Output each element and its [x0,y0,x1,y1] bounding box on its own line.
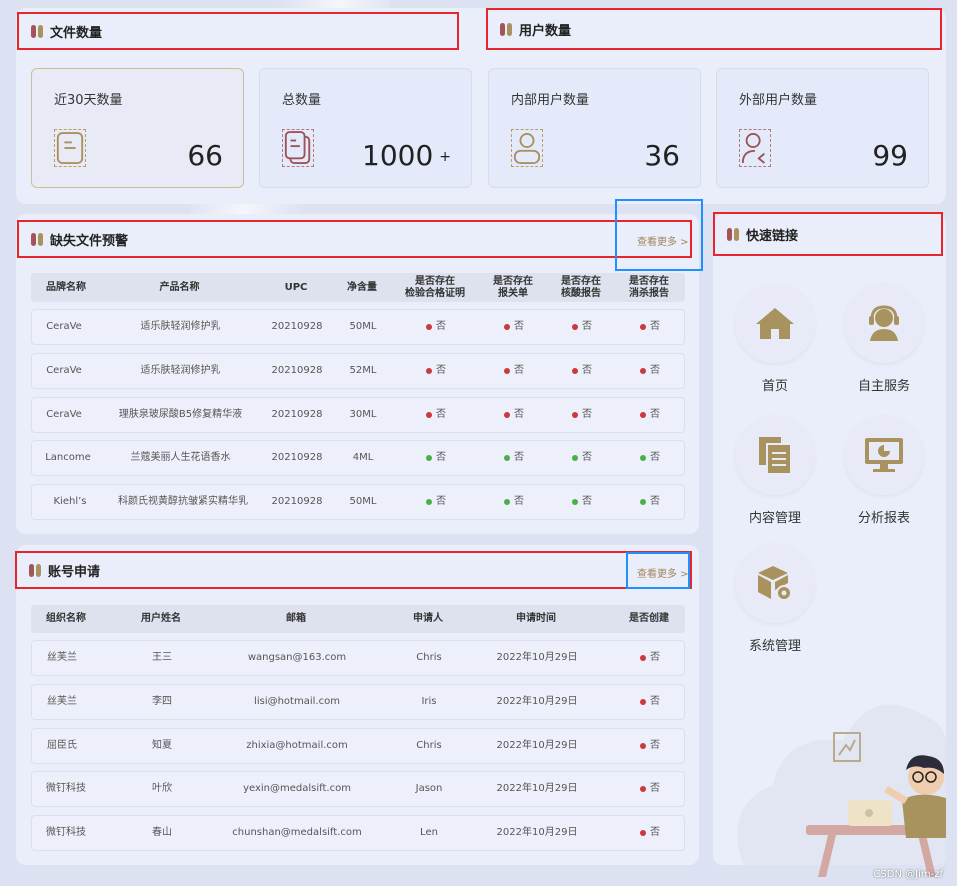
title-bars-icon [31,232,43,246]
title-bars-icon [500,22,512,36]
status-badge: 否 [550,398,614,432]
quick-link-system[interactable]: 系统管理 [720,543,830,654]
status-badge: 否 [478,441,550,475]
table-row[interactable]: Kiehl’s 科颜氏视黄醇抗皱紧实精华乳 20210928 50ML 否 否 … [31,484,685,520]
user-icon [511,129,543,167]
status-badge: 否 [478,485,550,519]
stat-card-30days[interactable]: 近30天数量 66 [31,68,244,188]
status-badge: 否 [617,772,683,806]
quick-link-content[interactable]: 内容管理 [720,415,830,526]
status-badge: 否 [478,310,550,344]
status-badge: 否 [478,354,550,388]
title-bars-icon [29,563,41,577]
stat-card-total[interactable]: 总数量 1000 + [259,68,472,188]
status-badge: 否 [617,641,683,675]
home-icon [756,308,794,339]
status-badge: 否 [394,485,478,519]
file-count-title: 文件数量 [17,12,459,50]
status-badge: 否 [614,354,686,388]
status-badge: 否 [550,354,614,388]
table-row[interactable]: CeraVe 适乐肤轻润修护乳 20210928 50ML 否 否 否 否 [31,309,685,345]
status-badge: 否 [614,485,686,519]
table-row[interactable]: 屈臣氏 知夏 zhixia@hotmail.com Chris 2022年10月… [31,728,685,764]
user-external-icon [739,129,771,167]
stat-card-external-users[interactable]: 外部用户数量 99 [716,68,929,188]
status-badge: 否 [617,816,683,850]
status-badge: 否 [617,729,683,763]
missing-view-more-link[interactable]: 查看更多 > [637,233,689,248]
missing-table-header: 品牌名称 产品名称 UPC 净含量 是否存在 检验合格证明 是否存在 报关单 是… [31,273,685,302]
status-badge: 否 [614,398,686,432]
table-row[interactable]: CeraVe 适乐肤轻润修护乳 20210928 52ML 否 否 否 否 [31,353,685,389]
user-count-title: 用户数量 [486,8,942,50]
missing-files-title: 缺失文件预警 [17,220,692,258]
worker-illustration [806,755,946,877]
quick-link-self-service[interactable]: 自主服务 [829,283,939,394]
box-gear-icon [758,566,792,601]
accounts-view-more-link[interactable]: 查看更多 > [637,565,689,580]
table-row[interactable]: Lancome 兰蔻美丽人生花语香水 20210928 4ML 否 否 否 否 [31,440,685,476]
table-row[interactable]: 丝芙兰 王三 wangsan@163.com Chris 2022年10月29日… [31,640,685,676]
stat-card-internal-users[interactable]: 内部用户数量 36 [488,68,701,188]
documents-icon [759,437,792,475]
monitor-chart-icon [865,438,903,472]
table-row[interactable]: 丝芙兰 李四 lisi@hotmail.com Iris 2022年10月29日… [31,684,685,720]
status-badge: 否 [550,310,614,344]
files-icon [282,129,314,167]
title-bars-icon [727,227,739,241]
accounts-table-header: 组织名称 用户姓名 邮箱 申请人 申请时间 是否创建 [31,605,685,633]
watermark: CSDN @Jim-zf [873,869,943,880]
quick-link-home[interactable]: 首页 [720,283,830,394]
status-badge: 否 [550,485,614,519]
quick-link-reports[interactable]: 分析报表 [829,415,939,526]
document-icon [54,129,86,167]
title-bars-icon [31,24,43,38]
table-row[interactable]: 微钉科技 叶欣 yexin@medalsift.com Jason 2022年1… [31,771,685,807]
status-badge: 否 [394,354,478,388]
table-row[interactable]: CeraVe 理肤泉玻尿酸B5修复精华液 20210928 30ML 否 否 否… [31,397,685,433]
status-badge: 否 [614,441,686,475]
status-badge: 否 [478,398,550,432]
status-badge: 否 [614,310,686,344]
quick-links-title: 快速链接 [713,212,943,256]
table-row[interactable]: 微钉科技 春山 chunshan@medalsift.com Len 2022年… [31,815,685,851]
status-badge: 否 [394,398,478,432]
status-badge: 否 [394,441,478,475]
customer-service-icon [869,305,899,341]
status-badge: 否 [394,310,478,344]
status-badge: 否 [617,685,683,719]
status-badge: 否 [550,441,614,475]
account-requests-title: 账号申请 [15,551,692,589]
